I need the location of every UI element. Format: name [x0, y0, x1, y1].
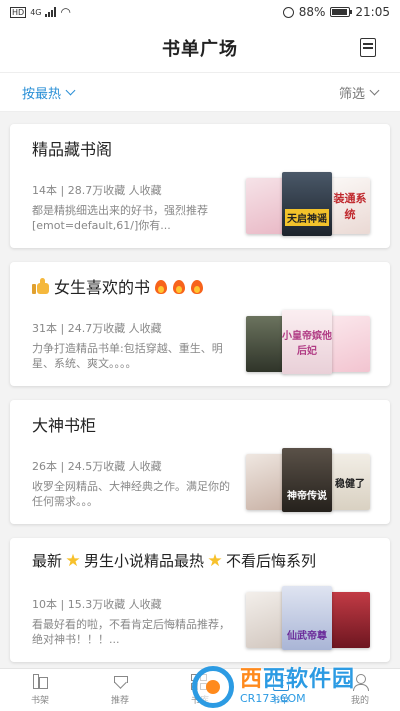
card-description: 都是精挑细选出来的好书，强烈推荐[emot=default,61/]你有...: [32, 204, 208, 232]
booklist-card[interactable]: 大神书柜 26本 | 24.5万收藏 人收藏 收罗全网精品、大神经典之作。满足你…: [10, 400, 390, 524]
star-icon: ★: [207, 550, 223, 571]
card-title-text: 精品藏书阁: [32, 140, 113, 159]
book-cover: [246, 316, 286, 372]
fire-icon: [154, 278, 168, 294]
fire-icon: [190, 278, 204, 294]
book-cover: 装通系统: [330, 178, 370, 234]
booklist-icon[interactable]: [360, 38, 376, 57]
wifi-icon: ◠: [60, 5, 71, 19]
nav-label: 推荐: [110, 696, 129, 706]
sort-label: 按最热: [22, 86, 62, 102]
card-title-text: 女生喜欢的书: [54, 278, 151, 297]
book-cover: 小皇帝嫔他后妃: [282, 310, 332, 374]
thumbs-up-icon: [32, 278, 50, 294]
sort-dropdown[interactable]: 按最热: [22, 83, 76, 102]
card-meta: 26本 | 24.5万收藏 人收藏: [32, 460, 162, 473]
user-icon: [351, 674, 369, 691]
card-title-text: 大神书柜: [32, 416, 97, 435]
card-description: 力争打造精品书单:包括穿越、重生、明星、系统、爽文。。。。: [32, 342, 223, 370]
alarm-icon: [282, 6, 294, 18]
card-title: 女生喜欢的书: [32, 274, 204, 298]
nav-label: 书架: [30, 696, 49, 706]
nav-label: 我的: [350, 696, 369, 706]
booklist-card[interactable]: 最新 ★ 男生小说精品最热 ★ 不看后悔系列 10本 | 15.3万收藏 人收藏…: [10, 538, 390, 662]
nav-label: 书单: [270, 696, 289, 706]
card-description: 收罗全网精品、大神经典之作。满足你的任何需求。。。: [32, 480, 230, 508]
app-header: 书单广场: [0, 24, 400, 72]
card-meta: 31本 | 24.7万收藏 人收藏: [32, 322, 162, 335]
book-cover: [246, 592, 286, 648]
card-title: 精品藏书阁: [32, 136, 112, 160]
book-cover: [246, 454, 286, 510]
nav-item-library[interactable]: 书库: [160, 669, 240, 711]
clock-time: 21:05: [355, 5, 390, 19]
book-cover: 稳健了: [330, 454, 370, 510]
grid-icon: [191, 674, 209, 690]
booklist-card[interactable]: 精品藏书阁 14本 | 28.7万收藏 人收藏 都是精挑细选出来的好书，强烈推荐…: [10, 124, 390, 248]
nav-item-bookshelf[interactable]: 书架: [0, 669, 80, 711]
booklist-card[interactable]: 女生喜欢的书 31本 | 24.7万收藏 人收藏 力争打造精品书单:包括穿越、重…: [10, 262, 390, 386]
battery-icon: [330, 7, 353, 17]
book-cover: 神帝传说: [282, 448, 332, 512]
nav-item-booklist[interactable]: 书单: [240, 669, 320, 711]
network-hd-label: HD: [10, 6, 27, 18]
booklist-icon: [271, 674, 289, 691]
filter-dropdown[interactable]: 筛选: [338, 83, 380, 102]
fire-icon: [172, 278, 186, 294]
book-cover: 仙武帝尊: [282, 586, 332, 650]
status-bar: HD 4G ◠ 88% 21:05: [0, 0, 400, 24]
card-title-text: 最新: [32, 552, 63, 570]
book-cover: [330, 316, 370, 372]
chevron-down-icon: [369, 85, 380, 95]
card-title: 大神书柜: [32, 412, 96, 436]
signal-icon: [45, 7, 57, 17]
cover-stack: 小皇帝嫔他后妃: [246, 310, 374, 374]
book-cover: [246, 178, 286, 234]
bookshelf-icon: [31, 674, 49, 690]
star-icon: ★: [65, 550, 81, 571]
card-meta: 10本 | 15.3万收藏 人收藏: [32, 598, 162, 611]
diamond-icon: [111, 674, 129, 690]
bottom-nav: 书架 推荐 书库 书单 我的: [0, 668, 400, 711]
card-title-text: 男生小说精品最热: [84, 552, 205, 570]
cover-stack: 神帝传说 稳健了: [246, 448, 374, 512]
status-left: HD 4G ◠: [10, 5, 71, 19]
card-title: 最新 ★ 男生小说精品最热 ★ 不看后悔系列: [32, 550, 316, 571]
filter-bar: 按最热 筛选: [0, 72, 400, 112]
card-meta: 14本 | 28.7万收藏 人收藏: [32, 184, 162, 197]
battery-percent: 88%: [298, 5, 326, 19]
nav-label: 书库: [190, 696, 209, 706]
cover-stack: 天启神谣 装通系统: [246, 172, 374, 236]
book-cover: 天启神谣: [282, 172, 332, 236]
nav-item-mine[interactable]: 我的: [320, 669, 400, 711]
cover-stack: 仙武帝尊: [246, 586, 374, 650]
card-description: 看最好看的啦，不看肯定后悔精品推荐，绝对神书！！！...: [32, 618, 230, 646]
chevron-down-icon: [65, 85, 76, 95]
network-gen-label: 4G: [30, 7, 42, 17]
status-right: 88% 21:05: [282, 5, 390, 19]
filter-label: 筛选: [338, 86, 365, 102]
page-title: 书单广场: [162, 39, 238, 60]
book-cover: [330, 592, 370, 648]
nav-item-recommend[interactable]: 推荐: [80, 669, 160, 711]
card-title-text: 不看后悔系列: [226, 552, 317, 570]
